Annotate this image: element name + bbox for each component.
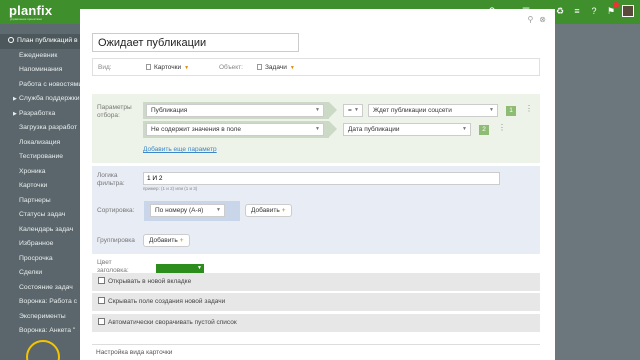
plus-icon: + bbox=[179, 237, 184, 244]
chevron-down-icon: ▼ bbox=[462, 126, 467, 132]
sidebar-item[interactable]: Ежедневник bbox=[0, 49, 80, 64]
help-icon[interactable]: ? bbox=[588, 5, 600, 17]
more-icon[interactable]: ⋮ bbox=[525, 105, 533, 113]
sidebar-item[interactable]: Локализация bbox=[0, 136, 80, 151]
sidebar-item[interactable]: Избранное bbox=[0, 237, 80, 252]
sidebar-item[interactable]: Карточки bbox=[0, 179, 80, 194]
card-view-settings: Настройка вида карточки bbox=[92, 344, 540, 360]
avatar[interactable] bbox=[622, 5, 634, 17]
more-icon[interactable]: ⋮ bbox=[498, 124, 506, 132]
condition-number: 2 bbox=[479, 125, 489, 135]
sidebar-item[interactable]: Сделки bbox=[0, 266, 80, 281]
logic-input[interactable] bbox=[143, 172, 500, 185]
view-label: Вид: bbox=[98, 64, 112, 71]
color-picker[interactable]: ▼ bbox=[156, 264, 204, 273]
sort-select[interactable]: По номеру (А-я) ▼ bbox=[150, 204, 225, 217]
plus-icon: + bbox=[281, 207, 286, 214]
chevron-down-icon: ▼ bbox=[216, 207, 221, 213]
sidebar-item[interactable]: Состояние задач bbox=[0, 281, 80, 296]
filter-field-select[interactable]: Публикация ▼ bbox=[146, 104, 324, 117]
menu-icon[interactable]: ≡ bbox=[571, 5, 583, 17]
sidebar-item[interactable]: Партнеры bbox=[0, 194, 80, 209]
cards-icon bbox=[146, 64, 151, 70]
circle-icon bbox=[8, 37, 14, 43]
checkbox-open-new-tab[interactable]: Открывать в новой вкладке bbox=[92, 273, 540, 291]
logo[interactable]: planfix bbox=[9, 3, 52, 18]
bell-icon[interactable]: ⚑ bbox=[605, 2, 619, 17]
sidebar-group[interactable]: ▶ Разработка bbox=[0, 107, 80, 122]
sidebar: План публикаций в Ежедневник Напоминания… bbox=[0, 34, 80, 360]
sidebar-group[interactable]: ▶ Служба поддержки bbox=[0, 92, 80, 107]
filter-label: Параметры отбора: bbox=[97, 104, 132, 119]
checkbox[interactable] bbox=[98, 277, 105, 284]
add-sort-button[interactable]: Добавить + bbox=[245, 204, 292, 217]
sidebar-item[interactable]: Эксперименты bbox=[0, 310, 80, 325]
sidebar-item[interactable]: Воронка: Работа с bbox=[0, 295, 80, 310]
object-select[interactable]: Задачи ▼ bbox=[257, 64, 295, 71]
close-icon[interactable]: ⊗ bbox=[539, 15, 546, 24]
pin-icon[interactable]: ⚲ bbox=[527, 15, 533, 24]
tasks-icon bbox=[257, 64, 262, 70]
sidebar-item[interactable]: Календарь задач bbox=[0, 223, 80, 238]
sidebar-item[interactable]: Воронка: Анкета " bbox=[0, 324, 80, 339]
sidebar-item[interactable]: Загрузка разработ bbox=[0, 121, 80, 136]
object-label: Объект: bbox=[219, 64, 243, 71]
sort-label: Сортировка: bbox=[97, 207, 135, 214]
checkbox-hide-create-field[interactable]: Скрывать поле создания новой задачи bbox=[92, 293, 540, 311]
sidebar-item[interactable]: Напоминания bbox=[0, 63, 80, 78]
chevron-down-icon: ▼ bbox=[354, 107, 359, 113]
chevron-down-icon: ▼ bbox=[197, 265, 202, 271]
filter-field-select[interactable]: Не содержит значения в поле ▼ bbox=[146, 123, 324, 136]
checkbox-collapse-empty[interactable]: Автоматически сворачивать пустой список bbox=[92, 314, 540, 332]
filter-value-select[interactable]: Дата публикации ▼ bbox=[343, 123, 471, 136]
logic-sort-group: Логика фильтра: пример: (1 и 2) или (1 и… bbox=[92, 166, 540, 254]
filter-settings-modal: ⚲ ⊗ Вид: Карточки▼ Объект: Задачи▼ Парам… bbox=[80, 9, 555, 360]
filter-name-input[interactable] bbox=[92, 33, 299, 52]
view-row: Вид: Карточки ▼ Объект: Задачи ▼ bbox=[92, 58, 540, 76]
view-select[interactable]: Карточки ▼ bbox=[146, 64, 189, 71]
sidebar-item[interactable]: Тестирование bbox=[0, 150, 80, 165]
logic-hint: пример: (1 и 2) или (1 и 3) bbox=[143, 186, 198, 191]
filter-value-select[interactable]: Ждет публикации соцсети ▼ bbox=[368, 104, 498, 117]
operator-select[interactable]: = ▼ bbox=[343, 104, 363, 117]
chevron-down-icon: ▼ bbox=[315, 126, 320, 132]
background-overlay bbox=[555, 24, 640, 360]
condition-number: 1 bbox=[506, 106, 516, 116]
tree-icon[interactable]: ♻ bbox=[554, 5, 566, 17]
sidebar-item-active[interactable]: План публикаций в bbox=[0, 34, 80, 49]
checkbox[interactable] bbox=[98, 297, 105, 304]
group-label: Группировка bbox=[97, 237, 135, 244]
logo-subtitle: управление проектами bbox=[10, 17, 42, 21]
logic-label: Логика фильтра: bbox=[97, 172, 125, 187]
filter-parameters: Параметры отбора: Публикация ▼ = ▼ Ждет пу… bbox=[92, 94, 540, 163]
chevron-down-icon: ▼ bbox=[489, 107, 494, 113]
sidebar-item[interactable]: Статусы задач bbox=[0, 208, 80, 223]
modal-icons: ⚲ ⊗ bbox=[527, 15, 546, 24]
sidebar-item[interactable]: Хроника bbox=[0, 165, 80, 180]
chevron-down-icon: ▼ bbox=[289, 65, 295, 71]
checkbox[interactable] bbox=[98, 318, 105, 325]
sidebar-item[interactable]: Просрочка bbox=[0, 252, 80, 267]
chevron-down-icon: ▼ bbox=[315, 107, 320, 113]
notification-badge bbox=[613, 2, 619, 8]
chevron-down-icon: ▼ bbox=[184, 65, 190, 71]
sidebar-item[interactable]: Работа с новостями bbox=[0, 78, 80, 93]
add-group-button[interactable]: Добавить + bbox=[143, 234, 190, 247]
add-parameter-link[interactable]: Добавить еще параметр bbox=[143, 146, 217, 153]
